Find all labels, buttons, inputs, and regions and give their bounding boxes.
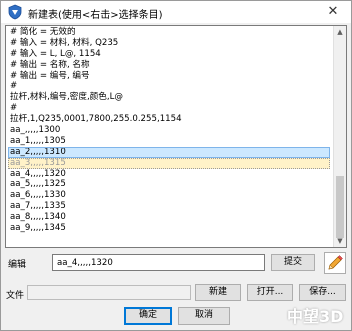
list-item[interactable]: # 输出 = 名称, 名称 <box>8 60 330 71</box>
ok-button[interactable]: 确定 <box>124 307 172 325</box>
list-item[interactable]: aa_5,,,,,1325 <box>8 179 330 190</box>
open-button[interactable]: 打开... <box>247 284 293 301</box>
title-bar: 新建表(使用<右击>选择条目) ✕ <box>1 1 351 23</box>
list-item[interactable]: aa_2,,,,,1310 <box>8 146 330 158</box>
pencil-icon <box>328 255 343 270</box>
list-item[interactable]: 拉杆,材料,编号,密度,颜色,L@ <box>8 92 330 103</box>
list-item[interactable]: # <box>8 103 330 114</box>
watermark-logo: 中望3D <box>287 307 344 326</box>
app-shield-icon <box>8 4 22 20</box>
list-item[interactable]: aa_7,,,,,1335 <box>8 201 330 212</box>
new-table-dialog: 新建表(使用<右击>选择条目) ✕ # 简化 = 无效的 # 输入 = 材料, 材… <box>0 0 352 331</box>
list-item[interactable]: aa_8,,,,,1340 <box>8 212 330 223</box>
window-title: 新建表(使用<右击>选择条目) <box>28 10 163 21</box>
list-item[interactable]: aa_3,,,,,1315 <box>8 157 330 169</box>
new-button[interactable]: 新建 <box>195 284 241 301</box>
entry-list[interactable]: # 简化 = 无效的 # 输入 = 材料, 材料, Q235 # 输入 = L, L… <box>5 25 347 248</box>
edit-input[interactable] <box>52 254 265 271</box>
scroll-thumb[interactable] <box>336 176 344 238</box>
list-item[interactable]: # 输出 = 编号, 编号 <box>8 71 330 82</box>
list-item[interactable]: aa_,,,,,1300 <box>8 125 330 136</box>
vertical-scrollbar[interactable]: ▲ ▼ <box>333 26 346 247</box>
save-button[interactable]: 保存... <box>299 284 346 301</box>
list-item[interactable]: aa_1,,,,,1305 <box>8 136 330 147</box>
list-item[interactable]: 拉杆,1,Q235,0001,7800,255.0.255,1154 <box>8 114 330 125</box>
scroll-up-icon[interactable]: ▲ <box>334 26 346 38</box>
file-path-field[interactable] <box>27 285 191 300</box>
entry-lines: # 简化 = 无效的 # 输入 = 材料, 材料, Q235 # 输入 = L, L… <box>8 27 330 234</box>
cancel-button[interactable]: 取消 <box>178 307 230 325</box>
scroll-down-icon[interactable]: ▼ <box>334 235 346 247</box>
list-item[interactable]: # 输入 = 材料, 材料, Q235 <box>8 38 330 49</box>
list-item[interactable]: # <box>8 81 330 92</box>
list-item[interactable]: # 简化 = 无效的 <box>8 27 330 38</box>
pencil-button[interactable] <box>324 252 346 274</box>
list-item[interactable]: # 输入 = L, L@, 1154 <box>8 49 330 60</box>
list-item[interactable]: aa_9,,,,,1345 <box>8 223 330 234</box>
list-item[interactable]: aa_6,,,,,1330 <box>8 190 330 201</box>
list-item[interactable]: aa_4,,,,,1320 <box>8 169 330 180</box>
submit-button[interactable]: 提交 <box>271 254 315 271</box>
file-label: 文件 <box>6 291 25 301</box>
close-button[interactable]: ✕ <box>318 2 348 21</box>
edit-label: 编辑 <box>8 260 27 270</box>
